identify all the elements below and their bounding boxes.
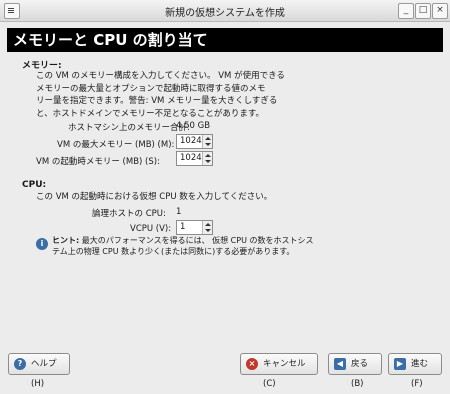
- host-memory-label: ホストマシン上のメモリー合計:: [68, 123, 190, 133]
- startup-memory-label: VM の起動時メモリー (MB) (S):: [36, 157, 160, 167]
- vcpu-spinbox[interactable]: 1: [176, 220, 213, 235]
- memory-description-line: メモリーの最大量とオプションで起動時に取得する値のメモ: [36, 83, 266, 94]
- hint-line-2: テム上の物理 CPU 数より少く(または同数に)する必要があります。: [52, 247, 295, 256]
- help-button[interactable]: ? ヘルプ(H): [8, 353, 70, 389]
- help-icon: ?: [14, 358, 26, 370]
- close-button[interactable]: ×: [432, 3, 448, 19]
- logical-cpu-value: 1: [176, 207, 182, 217]
- hint-line-1: 最大のパフォーマンスを得るには、 仮想 CPU の数をホストシス: [81, 236, 314, 245]
- decrement-arrow-icon[interactable]: [205, 143, 211, 146]
- hint-text: ヒント: 最大のパフォーマンスを得るには、 仮想 CPU の数をホストシス テム…: [52, 235, 412, 257]
- increment-arrow-icon[interactable]: [205, 137, 211, 140]
- back-button-label: 戻る(B): [351, 359, 369, 389]
- max-memory-stepper[interactable]: [202, 135, 212, 148]
- info-icon: i: [36, 238, 48, 250]
- cancel-button-label: キャンセル(C): [263, 359, 306, 389]
- forward-arrow-icon: ▶: [394, 358, 406, 370]
- host-memory-value: 4.50 GB: [176, 121, 211, 131]
- help-button-label: ヘルプ(H): [31, 359, 57, 389]
- logical-cpu-label: 論理ホストの CPU:: [92, 209, 166, 219]
- back-arrow-icon: ◀: [334, 358, 346, 370]
- max-memory-label: VM の最大メモリー (MB) (M):: [57, 140, 175, 150]
- startup-memory-value[interactable]: 1024: [180, 153, 202, 163]
- decrement-arrow-icon[interactable]: [205, 160, 211, 163]
- increment-arrow-icon[interactable]: [205, 223, 211, 226]
- max-memory-value[interactable]: 1024: [180, 136, 202, 146]
- vcpu-value[interactable]: 1: [180, 222, 185, 232]
- window-title: 新規の仮想システムを作成: [165, 8, 285, 19]
- hint-label: ヒント:: [52, 236, 80, 245]
- cpu-section-label: CPU:: [22, 180, 47, 190]
- vcpu-stepper[interactable]: [202, 221, 212, 234]
- back-button[interactable]: ◀ 戻る(B): [328, 353, 382, 389]
- maximize-button[interactable]: □: [415, 3, 431, 19]
- cancel-icon: ×: [246, 358, 258, 370]
- startup-memory-spinbox[interactable]: 1024: [176, 151, 213, 166]
- max-memory-spinbox[interactable]: 1024: [176, 134, 213, 149]
- minimize-button[interactable]: _: [398, 3, 414, 19]
- memory-description-line: リー量を指定できます。警告: VM メモリー量を大きくしすぎる: [36, 96, 278, 106]
- startup-memory-stepper[interactable]: [202, 152, 212, 165]
- title-bar: 新規の仮想システムを作成 _ □ ×: [0, 0, 450, 22]
- cancel-button[interactable]: × キャンセル(C): [240, 353, 318, 389]
- increment-arrow-icon[interactable]: [205, 154, 211, 157]
- forward-button-label: 進む(F): [411, 359, 429, 389]
- forward-button[interactable]: ▶ 進む(F): [388, 353, 442, 389]
- memory-description-line: この VM のメモリー構成を入力してください。 VM が使用できる: [36, 71, 285, 81]
- memory-description-line: と、ホストドメインでメモリー不足となることがあります。: [36, 108, 265, 119]
- vcpu-label: VCPU (V):: [130, 224, 172, 234]
- page-banner: メモリーと CPU の割り当て: [7, 28, 443, 52]
- cpu-description: この VM の起動時における仮想 CPU 数を入力してください。: [36, 192, 273, 202]
- memory-description: この VM のメモリー構成を入力してください。 VM が使用できる メモリーの最…: [36, 70, 285, 120]
- decrement-arrow-icon[interactable]: [205, 229, 211, 232]
